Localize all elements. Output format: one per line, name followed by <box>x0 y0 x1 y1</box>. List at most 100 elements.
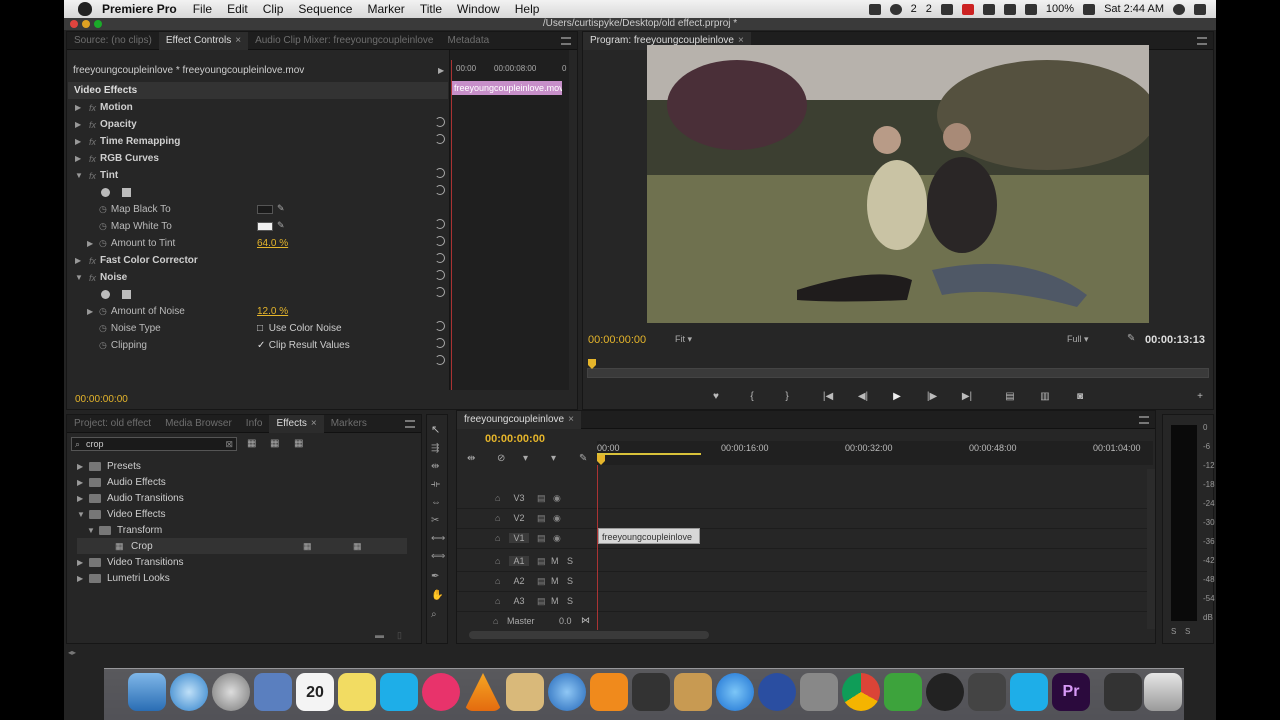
disclosure-closed-icon[interactable]: ▶ <box>75 154 83 163</box>
slide-tool-icon[interactable]: ⟺ <box>431 551 445 562</box>
fx-badge-icon[interactable]: fx <box>89 137 96 147</box>
effects-tree-item[interactable]: ▼ Transform <box>77 522 407 538</box>
volume-icon[interactable] <box>1003 3 1016 15</box>
finder-icon[interactable] <box>128 673 166 711</box>
wrench-icon[interactable]: ✎ <box>1127 333 1137 345</box>
disclosure-open-icon[interactable]: ▼ <box>77 510 85 519</box>
rectangle-mask-icon[interactable] <box>122 188 131 197</box>
dropbox-badge[interactable]: 2 <box>911 3 917 15</box>
solo-left-button[interactable]: S <box>1171 627 1176 636</box>
camtasia-icon[interactable] <box>884 673 922 711</box>
ibooks-icon[interactable] <box>590 673 628 711</box>
param-value[interactable]: 12.0 % <box>257 306 288 317</box>
param-row[interactable]: ◷ Noise Type □ Use Color Noise <box>67 320 447 337</box>
menu-title[interactable]: Title <box>420 2 442 16</box>
disclosure-closed-icon[interactable]: ▶ <box>87 239 95 248</box>
trash-icon[interactable] <box>1144 673 1182 711</box>
quicktime-icon[interactable] <box>758 673 796 711</box>
reset-icon[interactable] <box>435 338 445 348</box>
razor-tool-icon[interactable]: ✂ <box>431 515 439 526</box>
lock-icon[interactable]: ⌂ <box>495 596 500 606</box>
panel-menu-icon[interactable] <box>561 37 571 45</box>
fx-badge-icon[interactable]: fx <box>89 171 96 181</box>
work-area-bar[interactable] <box>597 453 701 455</box>
lift-icon[interactable]: ▤ <box>999 389 1021 403</box>
skype-icon[interactable] <box>1010 673 1048 711</box>
menu-sequence[interactable]: Sequence <box>298 2 352 16</box>
param-value[interactable]: 64.0 % <box>257 238 288 249</box>
notes-icon[interactable] <box>338 673 376 711</box>
mute-button[interactable]: M <box>551 556 559 566</box>
stopwatch-icon[interactable]: ◷ <box>99 204 107 215</box>
sync-lock-icon[interactable]: ▤ <box>537 493 546 504</box>
effect-row[interactable]: ▶ fx RGB Curves <box>67 150 447 167</box>
reset-icon[interactable] <box>435 270 445 280</box>
sync-lock-icon[interactable]: ▤ <box>537 533 546 544</box>
mute-button[interactable]: M <box>551 576 559 586</box>
eye-icon[interactable]: ◉ <box>553 533 561 544</box>
effect-row[interactable]: ▶ fx Motion <box>67 99 447 116</box>
stamp-icon[interactable] <box>674 673 712 711</box>
timeline-ruler[interactable]: 00:00 00:00:16:00 00:00:32:00 00:00:48:00 00… <box>597 441 1153 465</box>
program-scrubber[interactable] <box>587 359 1209 378</box>
timeline-scrollbar[interactable] <box>469 631 709 639</box>
stopwatch-icon[interactable]: ◷ <box>99 306 107 317</box>
play-icon[interactable]: ▶ <box>886 389 908 403</box>
reset-icon[interactable] <box>435 219 445 229</box>
track-label[interactable]: A3 <box>509 596 529 606</box>
sync-lock-icon[interactable]: ▤ <box>537 513 546 524</box>
fx-badge-icon[interactable]: fx <box>89 120 96 130</box>
effects-tree-item[interactable]: ▶ Presets <box>77 458 407 474</box>
close-window-icon[interactable] <box>70 20 78 28</box>
tab-sequence[interactable]: freeyoungcoupleinlove × <box>457 410 581 429</box>
reset-icon[interactable] <box>435 355 445 365</box>
checkbox[interactable]: ✓ Clip Result Values <box>257 340 350 351</box>
eyedropper-icon[interactable]: ✎ <box>277 220 285 231</box>
disclosure-open-icon[interactable]: ▼ <box>87 526 95 535</box>
zoom-level-select[interactable]: Fit ▾ <box>675 334 719 348</box>
lock-icon[interactable]: ⌂ <box>495 576 500 586</box>
delete-icon[interactable]: ▯ <box>397 630 402 641</box>
app-store-icon[interactable] <box>716 673 754 711</box>
close-icon[interactable]: × <box>738 35 744 46</box>
timeline-settings-icon[interactable]: ✎ <box>579 453 587 464</box>
calendar-icon[interactable]: 20 <box>296 673 334 711</box>
panel-menu-icon[interactable] <box>1197 37 1207 45</box>
tab-project[interactable]: Project: old effect <box>67 415 158 433</box>
lock-icon[interactable]: ⌂ <box>495 513 500 523</box>
tab-metadata[interactable]: Metadata <box>441 32 497 50</box>
disclosure-closed-icon[interactable]: ▶ <box>75 137 83 146</box>
mute-button[interactable]: M <box>551 596 559 606</box>
ec-timecode[interactable]: 00:00:00:00 <box>75 394 128 405</box>
rolling-edit-tool-icon[interactable]: ⟛ <box>431 479 440 490</box>
eyedropper-icon[interactable]: ✎ <box>277 203 285 214</box>
timeline-playhead[interactable] <box>597 455 605 465</box>
vlc-icon[interactable] <box>464 673 502 711</box>
clock-app-icon[interactable] <box>926 673 964 711</box>
menu-edit[interactable]: Edit <box>227 2 248 16</box>
sync-icon[interactable] <box>889 3 902 15</box>
effects-search-input[interactable]: ⌕ crop ⊠ <box>71 437 237 451</box>
track-label[interactable]: A1 <box>509 556 529 566</box>
effects-tree-item[interactable]: ▶ Video Transitions <box>77 554 407 570</box>
system-preferences-icon[interactable] <box>800 673 838 711</box>
wunderlist-icon[interactable] <box>422 673 460 711</box>
sync-lock-icon[interactable]: ▤ <box>537 576 546 587</box>
linked-selection-icon[interactable]: ⊘ <box>497 453 505 464</box>
reset-icon[interactable] <box>435 168 445 178</box>
recorder-icon[interactable] <box>961 3 974 15</box>
effect-row[interactable]: ▶ fx Fast Color Corrector <box>67 252 447 269</box>
solo-right-button[interactable]: S <box>1185 627 1190 636</box>
preview-icon[interactable] <box>254 673 292 711</box>
track-select-tool-icon[interactable]: ⇶ <box>431 443 439 454</box>
reset-icon[interactable] <box>435 321 445 331</box>
ec-clip-bar[interactable]: freeyoungcoupleinlove.mov <box>452 81 562 95</box>
tab-markers[interactable]: Markers <box>324 415 374 433</box>
rate-stretch-tool-icon[interactable]: ⇔ <box>431 497 441 508</box>
tab-media-browser[interactable]: Media Browser <box>158 415 239 433</box>
param-row[interactable]: ◷ Clipping ✓ Clip Result Values <box>67 337 447 354</box>
solo-button[interactable]: S <box>567 556 573 566</box>
reset-icon[interactable] <box>435 185 445 195</box>
reset-icon[interactable] <box>435 134 445 144</box>
pen-tool-icon[interactable]: ✒ <box>431 571 439 582</box>
